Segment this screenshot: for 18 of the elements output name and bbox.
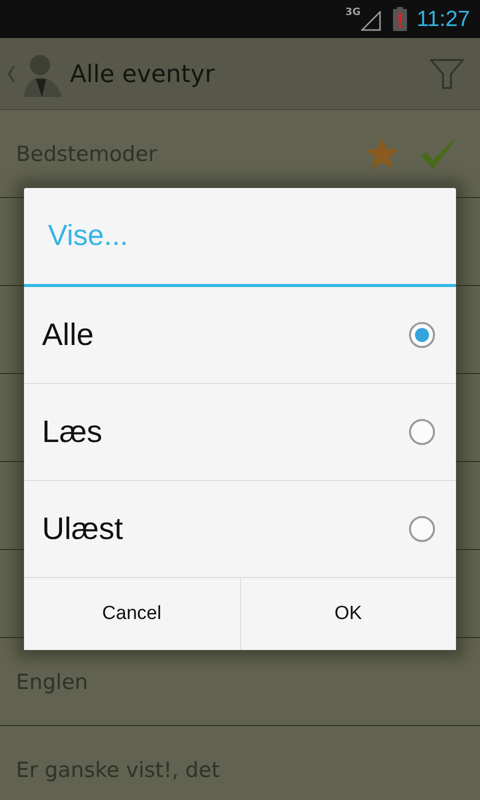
signal-icon [360, 11, 381, 31]
radio-button[interactable] [409, 516, 435, 542]
battery-alert-icon [392, 7, 407, 31]
screen-title: Alle eventyr [70, 60, 216, 88]
radio-option[interactable]: Læs [24, 384, 456, 481]
option-label: Læs [42, 414, 104, 450]
filter-icon[interactable] [430, 58, 464, 88]
radio-option[interactable]: Alle [24, 287, 456, 384]
dialog-button[interactable]: OK [240, 578, 456, 650]
option-label: Alle [42, 317, 95, 353]
back-caret-icon[interactable] [6, 64, 16, 84]
radio-button[interactable] [409, 419, 435, 445]
dialog-button[interactable]: Cancel [24, 578, 240, 650]
option-label: Ulæst [42, 511, 124, 547]
dialog-title: Vise... [48, 220, 128, 252]
network-type: 3G [345, 7, 361, 18]
radio-button[interactable] [409, 322, 435, 348]
clock: 11:27 [416, 6, 470, 32]
